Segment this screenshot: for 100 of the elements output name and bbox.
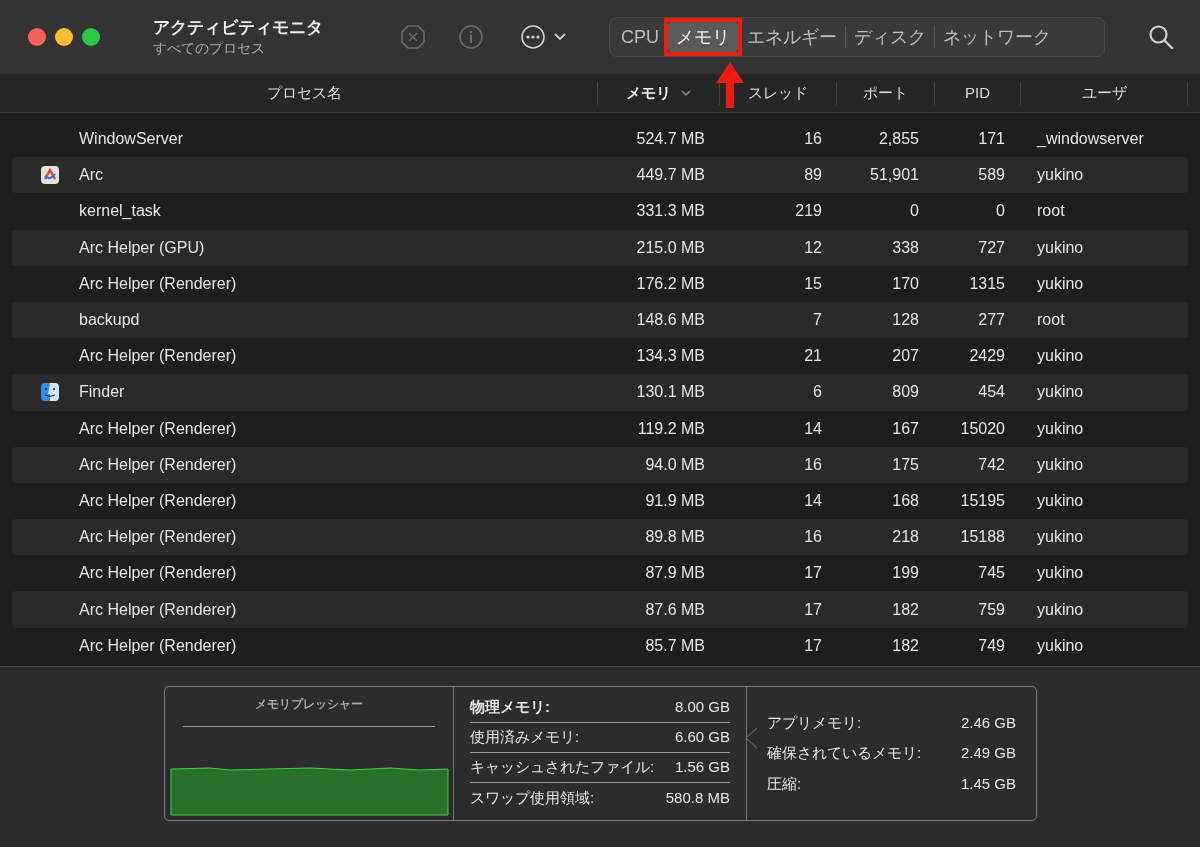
close-button[interactable] — [28, 28, 46, 46]
breakdown-label: 圧縮: — [767, 773, 802, 794]
ports-cell-text: 199 — [891, 563, 920, 584]
threads-cell-text: 16 — [803, 454, 823, 475]
more-menu-button[interactable] — [520, 24, 566, 50]
user-cell-text: yukino — [1036, 382, 1085, 403]
pid-cell-text: 454 — [977, 382, 1006, 403]
threads-cell-text: 17 — [803, 599, 823, 620]
ellipsis-icon — [520, 24, 546, 50]
memory-cell-text: 215.0 MB — [635, 237, 706, 258]
pid-cell-text: 15020 — [959, 418, 1006, 439]
sort-chevron-icon — [681, 90, 691, 97]
table-row[interactable]: Arc Helper (Renderer) 87.6 MB 17 182 759 yukino — [12, 591, 1188, 628]
column-header[interactable]: スレッド — [748, 82, 808, 105]
process-name: Arc Helper (Renderer) — [79, 599, 237, 620]
stat-label: 物理メモリ: — [470, 697, 550, 718]
ports-cell-text: 170 — [891, 273, 920, 294]
tab[interactable]: CPU — [613, 21, 667, 53]
user-cell-text: root — [1036, 310, 1066, 331]
pid-cell-text: 759 — [977, 599, 1006, 620]
threads-cell-text: 16 — [803, 129, 823, 150]
table-row[interactable]: Arc Helper (Renderer) 94.0 MB 16 175 742 yukino — [12, 446, 1188, 483]
ports-cell-text: 338 — [891, 237, 920, 258]
table-row[interactable]: Arc Helper (Renderer) 119.2 MB 14 167 15020 yukino — [12, 410, 1188, 447]
column-header[interactable]: ユーザ — [1081, 82, 1127, 105]
pid-cell-text: 589 — [977, 165, 1006, 186]
ports-cell-text: 218 — [891, 527, 920, 548]
user-cell-text: yukino — [1036, 599, 1085, 620]
user-cell-text: yukino — [1036, 273, 1085, 294]
process-name: Arc Helper (Renderer) — [79, 273, 237, 294]
pid-cell-text: 15195 — [959, 490, 1006, 511]
threads-cell-text: 12 — [803, 237, 823, 258]
stat-label: 使用済みメモリ: — [470, 727, 580, 748]
process-name: kernel_task — [79, 201, 161, 222]
process-name: Arc Helper (Renderer) — [79, 527, 237, 548]
table-row[interactable]: Arc Helper (Renderer) 91.9 MB 14 168 15195 yukino — [12, 482, 1188, 520]
ports-cell-text: 51,901 — [869, 165, 920, 186]
table-row[interactable]: backupd 148.6 MB 7 128 277 root — [12, 301, 1188, 339]
user-cell-text: root — [1036, 201, 1066, 222]
tab[interactable]: ディスク — [846, 21, 934, 53]
table-row[interactable]: Arc Helper (Renderer) 89.8 MB 16 218 15188 yukino — [12, 519, 1188, 556]
column-header[interactable]: PID — [965, 82, 990, 105]
pid-cell-text: 742 — [977, 454, 1006, 475]
pointer-arrow — [716, 62, 744, 108]
process-name: Arc — [79, 165, 103, 186]
pid-cell-text: 2429 — [968, 346, 1006, 367]
column-header[interactable]: ポート — [863, 82, 908, 105]
threads-cell-text: 6 — [812, 382, 823, 403]
process-name: Arc Helper (Renderer) — [79, 563, 237, 584]
process-name: Arc Helper (Renderer) — [79, 635, 237, 656]
stat-value: 580.8 MB — [665, 787, 730, 808]
memory-cell-text: 524.7 MB — [635, 129, 706, 150]
table-row[interactable]: WindowServer 524.7 MB 16 2,855 171 _windowserver — [12, 121, 1188, 158]
memory-cell-text: 449.7 MB — [635, 165, 706, 186]
breakdown-label: アプリメモリ: — [767, 712, 862, 733]
ports-cell-text: 0 — [909, 201, 920, 222]
table-row[interactable]: Arc Helper (Renderer) 176.2 MB 15 170 1315 yukino — [12, 265, 1188, 302]
threads-cell-text: 16 — [803, 527, 823, 548]
ports-cell-text: 2,855 — [877, 129, 920, 150]
memory-cell-text: 89.8 MB — [644, 527, 706, 548]
pid-cell-text: 749 — [977, 635, 1006, 656]
memory-cell-text: 85.7 MB — [644, 635, 706, 656]
column-header[interactable]: プロセス名 — [267, 82, 342, 105]
breakdown-label: 確保されているメモリ: — [767, 743, 922, 764]
user-cell-text: yukino — [1036, 635, 1085, 656]
zoom-button[interactable] — [82, 28, 100, 46]
tab[interactable]: ネットワーク — [935, 21, 1059, 53]
user-cell-text: yukino — [1036, 418, 1085, 439]
ports-cell-text: 167 — [891, 418, 920, 439]
threads-cell-text: 21 — [803, 346, 823, 367]
table-row[interactable]: Arc Helper (GPU) 215.0 MB 12 338 727 yukino — [12, 229, 1188, 266]
ports-cell-text: 809 — [891, 382, 920, 403]
app-icon — [40, 165, 60, 186]
minimize-button[interactable] — [55, 28, 73, 46]
search-icon[interactable] — [1148, 24, 1174, 50]
threads-cell-text: 7 — [812, 310, 823, 331]
process-name: backupd — [79, 310, 140, 331]
tab[interactable]: エネルギー — [739, 21, 845, 53]
table-row[interactable]: kernel_task 331.3 MB 219 0 0 root — [12, 193, 1188, 230]
stat-label: キャッシュされたファイル: — [470, 757, 655, 778]
process-name: Finder — [79, 382, 125, 403]
table-row[interactable]: Arc 449.7 MB 89 51,901 589 yukino — [12, 157, 1188, 194]
column-header[interactable]: メモリ — [626, 82, 691, 105]
table-row[interactable]: Finder 130.1 MB 6 809 454 yukino — [12, 374, 1188, 411]
user-cell-text: yukino — [1036, 165, 1085, 186]
memory-cell-text: 134.3 MB — [635, 346, 706, 367]
breakdown-value: 2.46 GB — [960, 712, 1016, 733]
pid-cell-text: 0 — [995, 201, 1006, 222]
memory-cell-text: 87.6 MB — [644, 599, 706, 620]
ports-cell-text: 182 — [891, 599, 920, 620]
table-row[interactable]: Arc Helper (Renderer) 85.7 MB 17 182 749 yukino — [12, 627, 1188, 664]
table-row[interactable]: Arc Helper (Renderer) 134.3 MB 21 207 2429 yukino — [12, 338, 1188, 375]
threads-cell-text: 17 — [803, 635, 823, 656]
process-name: Arc Helper (Renderer) — [79, 346, 237, 367]
stat-label: スワップ使用領域: — [470, 787, 595, 808]
table-row[interactable]: Arc Helper (Renderer) 87.9 MB 17 199 745 yukino — [12, 555, 1188, 592]
finder-face-icon — [40, 382, 60, 403]
tab[interactable]: メモリ — [668, 21, 738, 53]
threads-cell-text: 15 — [803, 273, 823, 294]
memory-cell-text: 148.6 MB — [635, 310, 706, 331]
